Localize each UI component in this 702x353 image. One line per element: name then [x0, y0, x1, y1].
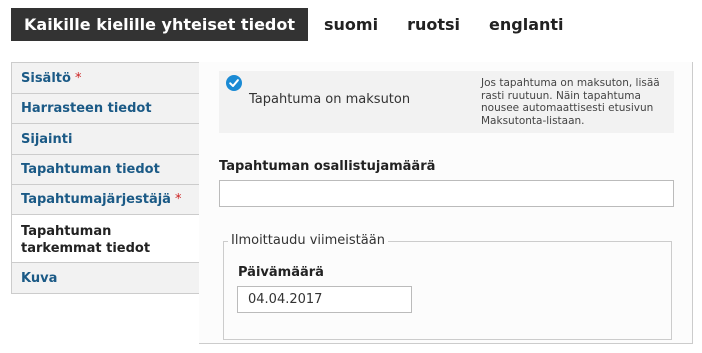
tab-common-info[interactable]: Kaikille kielille yhteiset tiedot [11, 8, 309, 41]
vtab-label: Tapahtuman tiedot [21, 162, 160, 177]
tab-finnish[interactable]: suomi [324, 8, 378, 41]
vtab-label: Sijainti [21, 131, 73, 147]
vtab-label: Sisältö [21, 70, 71, 86]
vtab-hobby-info[interactable]: Harrasteen tiedot [11, 94, 200, 124]
tab-english[interactable]: englanti [489, 8, 564, 41]
check-circle-icon[interactable] [226, 75, 242, 91]
vtab-event-info[interactable]: Tapahtuman tiedot [11, 155, 200, 185]
vertical-tabs: Sisältö * Harrasteen tiedot Sijainti Tap… [11, 62, 200, 294]
registration-legend: Ilmoittaudu viimeistään [228, 233, 388, 248]
vtab-label: Harrasteen tiedot [21, 101, 152, 116]
participant-count-label: Tapahtuman osallistujamäärä [219, 159, 436, 174]
language-tabs: Kaikille kielille yhteiset tiedot suomi … [11, 8, 564, 41]
vtab-label: Tapahtumajärjestäjä [21, 192, 171, 207]
date-label: Päivämäärä [238, 265, 324, 280]
tab-swedish[interactable]: ruotsi [407, 8, 460, 41]
vtab-event-details[interactable]: Tapahtuman tarkemmat tiedot [11, 215, 200, 263]
vtab-organizer[interactable]: Tapahtumajärjestäjä * [11, 185, 200, 215]
vtab-image[interactable]: Kuva [11, 263, 200, 294]
participant-count-input[interactable] [219, 180, 674, 207]
vtab-label: Kuva [21, 270, 58, 286]
required-marker: * [174, 192, 182, 207]
vtab-content[interactable]: Sisältö * [11, 62, 200, 94]
vtab-location[interactable]: Sijainti [11, 124, 200, 155]
date-input[interactable] [237, 286, 412, 313]
vtab-label: Tapahtuman tarkemmat tiedot [21, 223, 151, 256]
free-event-label[interactable]: Tapahtuma on maksuton [249, 92, 410, 107]
required-marker: * [74, 70, 82, 86]
free-event-help: Jos tapahtuma on maksuton, lisää rasti r… [481, 77, 660, 127]
